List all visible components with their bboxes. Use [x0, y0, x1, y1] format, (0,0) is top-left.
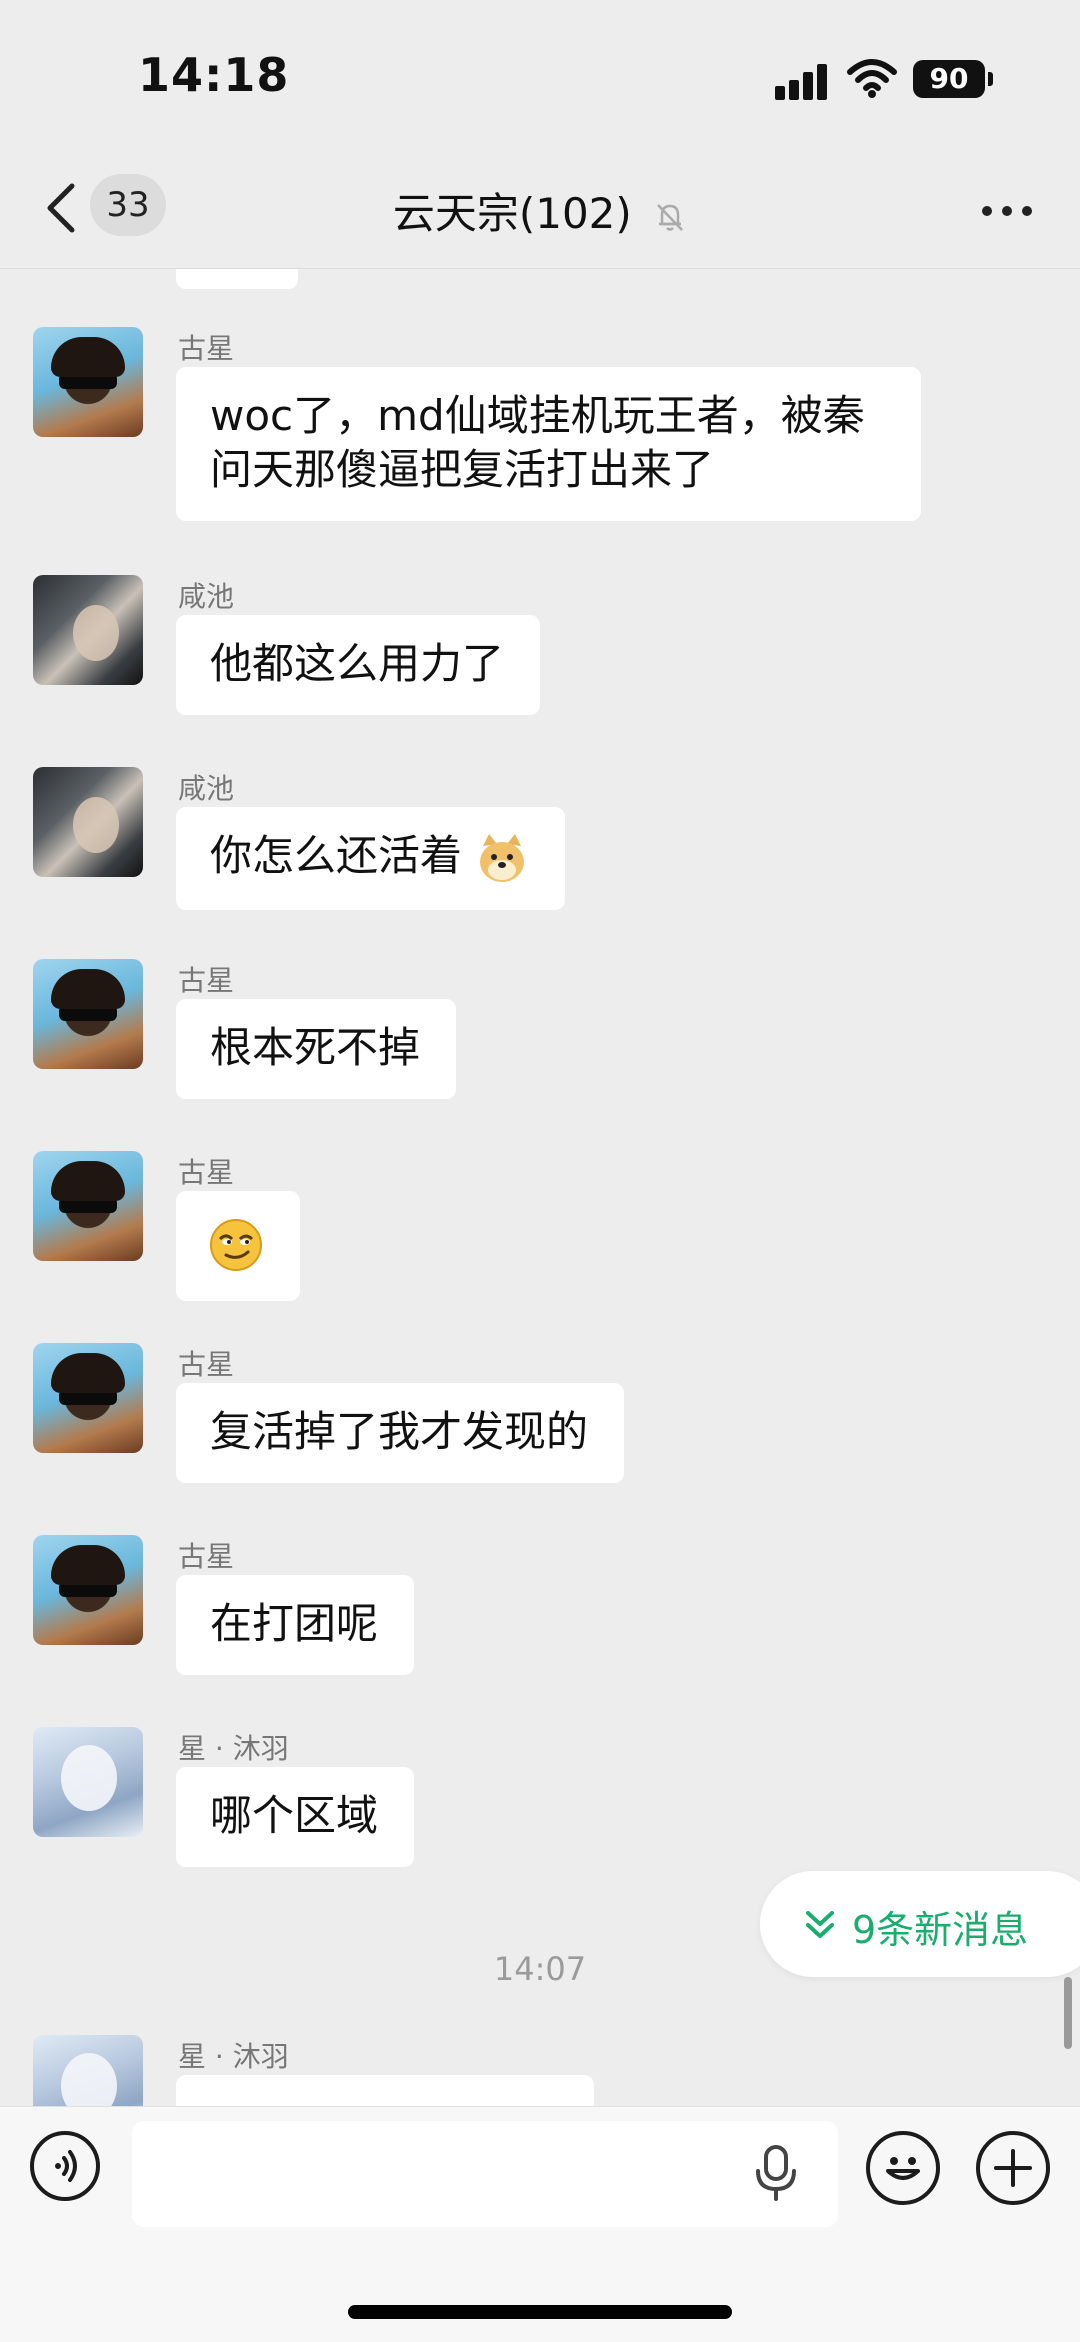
message-bubble[interactable]: 你怎么还活着 — [176, 807, 566, 910]
sender-name: 星 · 沐羽 — [178, 2040, 289, 2073]
chat-title[interactable]: 云天宗(102) — [393, 189, 632, 238]
sender-name: 星 · 沐羽 — [178, 1732, 289, 1765]
partial-message-bubble — [176, 269, 298, 289]
smiley-icon — [886, 2157, 920, 2180]
smirk-emoji-icon — [210, 1219, 262, 1271]
avatar-xianchi[interactable] — [33, 575, 143, 685]
home-indicator[interactable] — [348, 2305, 732, 2319]
sender-name: 咸池 — [178, 772, 235, 805]
message-bubble[interactable]: woc了，md仙域挂机玩王者，被秦问天那傻逼把复活打出来了 — [176, 367, 921, 521]
microphone-icon[interactable] — [754, 2143, 798, 2203]
sender-name: 古星 — [178, 1540, 235, 1573]
voice-toggle-button[interactable] — [30, 2131, 100, 2201]
double-chevron-down-icon — [806, 1911, 834, 1938]
muted-bell-icon — [657, 203, 684, 231]
message-bubble[interactable]: 在打团呢 — [176, 1575, 415, 1675]
chat-title-wrap: 云天宗(102) — [0, 180, 1080, 241]
battery-tip — [988, 72, 993, 86]
message-bubble[interactable]: 哪个区域 — [176, 1767, 415, 1867]
plus-icon — [994, 2149, 1032, 2187]
message-text: 你怎么还活着 — [210, 831, 463, 880]
scrollbar[interactable] — [1064, 1977, 1072, 2049]
emoji-button[interactable] — [866, 2131, 940, 2205]
sender-name: 古星 — [178, 964, 235, 997]
message-list[interactable]: 古星 woc了，md仙域挂机玩王者，被秦问天那傻逼把复活打出来了 咸池 他都这么… — [0, 269, 1080, 2106]
status-time: 14:18 — [138, 48, 290, 102]
avatar-guxing[interactable] — [33, 327, 143, 437]
status-bar: 14:18 90 — [0, 0, 1080, 150]
battery-icon: 90 — [913, 60, 985, 98]
sender-name: 古星 — [178, 1348, 235, 1381]
message-bubble[interactable] — [176, 1191, 300, 1301]
doge-emoji-icon — [480, 833, 525, 882]
avatar-xingmuyu[interactable] — [33, 2035, 143, 2106]
message-bubble[interactable] — [176, 2075, 594, 2106]
more-options-icon[interactable] — [982, 206, 1032, 218]
avatar-guxing[interactable] — [33, 1151, 143, 1261]
wifi-icon — [847, 59, 897, 98]
new-messages-label: 9条新消息 — [852, 1908, 1029, 1952]
voice-wave-icon — [55, 2150, 77, 2182]
avatar-xianchi[interactable] — [33, 767, 143, 877]
message-bubble[interactable]: 复活掉了我才发现的 — [176, 1383, 625, 1483]
chat-header: 33 云天宗(102) — [0, 150, 1080, 269]
avatar-guxing[interactable] — [33, 1535, 143, 1645]
avatar-xingmuyu[interactable] — [33, 1727, 143, 1837]
message-bubble[interactable]: 根本死不掉 — [176, 999, 457, 1099]
new-messages-button[interactable]: 9条新消息 — [760, 1871, 1080, 1977]
message-bubble[interactable]: 他都这么用力了 — [176, 615, 541, 715]
message-input[interactable] — [132, 2121, 838, 2227]
sender-name: 古星 — [178, 332, 235, 365]
cellular-signal-icon — [775, 60, 833, 100]
more-functions-button[interactable] — [976, 2131, 1050, 2205]
sender-name: 咸池 — [178, 580, 235, 613]
sender-name: 古星 — [178, 1156, 235, 1189]
avatar-guxing[interactable] — [33, 1343, 143, 1453]
avatar-guxing[interactable] — [33, 959, 143, 1069]
